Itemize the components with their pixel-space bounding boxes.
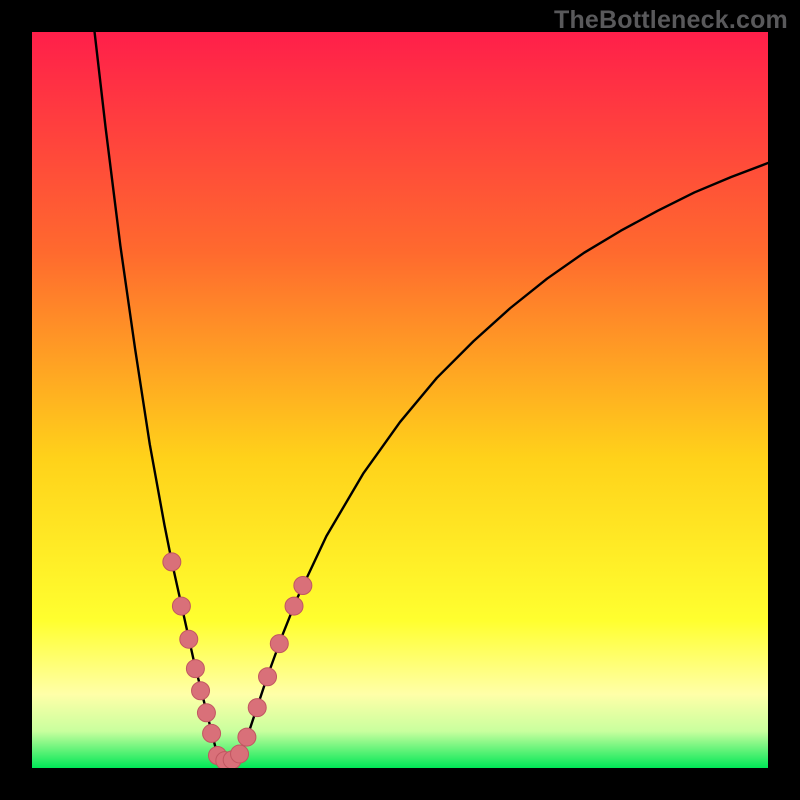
data-point xyxy=(285,597,303,615)
data-point xyxy=(294,576,312,594)
data-point xyxy=(248,699,266,717)
outer-frame: TheBottleneck.com xyxy=(0,0,800,800)
data-point xyxy=(197,704,215,722)
data-point xyxy=(192,682,210,700)
chart-svg xyxy=(32,32,768,768)
data-point xyxy=(186,660,204,678)
chart-plot-area xyxy=(32,32,768,768)
data-point xyxy=(270,635,288,653)
data-point xyxy=(231,745,249,763)
data-point xyxy=(180,630,198,648)
data-point xyxy=(259,668,277,686)
watermark-text: TheBottleneck.com xyxy=(554,6,788,35)
data-point xyxy=(163,553,181,571)
data-point xyxy=(238,728,256,746)
data-point xyxy=(203,724,221,742)
data-point xyxy=(172,597,190,615)
